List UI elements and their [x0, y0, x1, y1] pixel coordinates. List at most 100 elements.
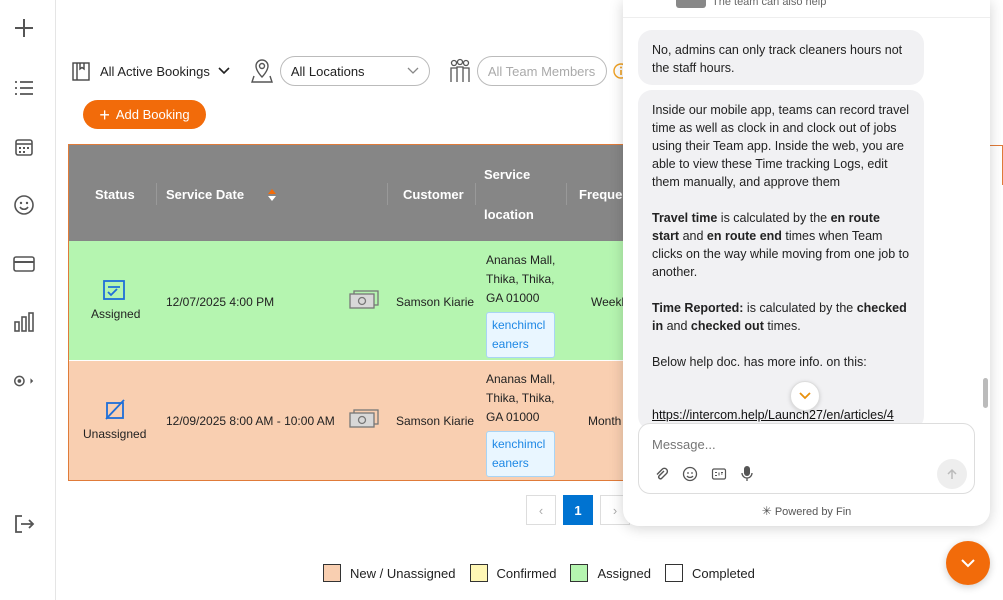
address-line: Thika, Thika,: [486, 391, 555, 405]
location-icon: [250, 59, 273, 83]
left-sidebar: [0, 0, 56, 600]
table-row[interactable]: Assigned 12/07/2025 4:00 PM Samson Kiari…: [69, 241, 627, 360]
legend-swatch: [323, 564, 341, 582]
legend-swatch: [469, 564, 488, 582]
address-line: Ananas Mall,: [486, 372, 556, 386]
status-label: Unassigned: [83, 427, 147, 441]
calendar-icon[interactable]: [12, 135, 36, 159]
chevron-down-icon: [961, 559, 975, 568]
chat-scrollbar[interactable]: [983, 378, 988, 408]
header-status[interactable]: Status: [95, 187, 135, 202]
legend-swatch: [664, 564, 683, 582]
legend-label: Completed: [691, 565, 755, 581]
table-row[interactable]: Unassigned 12/09/2025 8:00 AM - 10:00 AM…: [69, 361, 627, 480]
fin-logo-icon: ✳: [761, 504, 772, 518]
prev-page-button[interactable]: ‹: [526, 495, 556, 525]
team-members-select[interactable]: All Team Members: [476, 56, 607, 86]
plus-icon: +: [99, 104, 110, 125]
chat-message: Inside our mobile app, teams can record …: [638, 90, 924, 430]
table-header: Status Service Date Customer Service loc…: [69, 145, 627, 241]
header-service-location-2[interactable]: location: [484, 207, 534, 222]
service-date: 12/07/2025 4:00 PM: [166, 295, 275, 309]
microphone-icon[interactable]: [740, 465, 754, 482]
add-icon[interactable]: [12, 16, 36, 40]
table-edge: [990, 145, 1003, 185]
frequency: Month: [588, 414, 622, 428]
text: and: [679, 229, 707, 243]
legend-label: Confirmed: [496, 565, 557, 581]
add-booking-button[interactable]: + Add Booking: [83, 100, 206, 129]
chat-top-bar: The team can also help: [623, 0, 990, 18]
smiley-icon[interactable]: [12, 193, 36, 217]
chat-paragraph: Time Reported: is calculated by the chec…: [652, 299, 910, 335]
text: times.: [763, 319, 801, 333]
team-members-placeholder: All Team Members: [487, 63, 596, 79]
money-icon: [349, 409, 379, 428]
chat-panel: The team can also help No, admins can on…: [623, 0, 990, 526]
location-chip[interactable]: kenchimcl eaners: [486, 431, 555, 477]
location-chip[interactable]: kenchimcl eaners: [486, 312, 555, 358]
location-chip-line: eaners: [492, 337, 529, 351]
logout-icon[interactable]: [12, 512, 36, 536]
bookings-filter-label: All Active Bookings: [100, 63, 210, 79]
customer-name[interactable]: Samson Kiarie: [396, 295, 474, 309]
legend-label: Assigned: [597, 565, 651, 581]
bookings-icon: [72, 62, 90, 81]
header-service-location-1[interactable]: Service: [484, 167, 530, 182]
page-button-current[interactable]: 1: [563, 495, 593, 525]
unassigned-status-icon: [105, 399, 125, 420]
header-frequency[interactable]: Frequen: [579, 187, 627, 202]
filters-row: All Active Bookings All Locations All Te…: [70, 56, 629, 86]
powered-by: ✳ Powered by Fin: [623, 504, 990, 518]
settings-icon[interactable]: [12, 369, 36, 393]
chat-message-text: No, admins can only track cleaners hours…: [652, 43, 903, 75]
location-chip-line: kenchimcl: [492, 437, 546, 451]
arrow-up-icon: [947, 468, 957, 479]
team-icon: [450, 58, 470, 82]
attachment-icon[interactable]: [653, 466, 669, 482]
messenger-launcher[interactable]: [946, 541, 990, 585]
address-line: Thika, Thika,: [486, 272, 555, 286]
message-composer: [638, 423, 975, 494]
legend-item: New / Unassigned: [323, 564, 456, 582]
card-icon[interactable]: [12, 252, 36, 276]
bold-text: en route end: [706, 229, 782, 243]
legend-item: Completed: [664, 564, 755, 582]
legend-label: New / Unassigned: [350, 565, 456, 581]
chevron-down-icon: [407, 67, 419, 74]
help-doc-link[interactable]: https://intercom.help/Launch27/en/articl…: [652, 406, 894, 424]
sort-icon[interactable]: [267, 187, 277, 203]
header-service-date[interactable]: Service Date: [166, 187, 244, 202]
chat-message: No, admins can only track cleaners hours…: [638, 30, 924, 85]
legend-item: Confirmed: [469, 564, 557, 582]
team-help-hint: The team can also help: [712, 0, 827, 8]
bold-text: Travel time: [652, 211, 718, 225]
chat-paragraph: Below help doc. has more info. on this:: [652, 355, 867, 369]
location-select[interactable]: All Locations: [279, 56, 430, 86]
powered-by-label: Powered by Fin: [774, 506, 852, 518]
address-line: Ananas Mall,: [486, 253, 556, 267]
chart-icon[interactable]: [12, 310, 36, 334]
text: and: [663, 319, 691, 333]
list-icon[interactable]: [12, 76, 36, 100]
chevron-down-icon: [218, 67, 230, 75]
service-date: 12/09/2025 8:00 AM - 10:00 AM: [166, 414, 335, 428]
text: is calculated by the: [717, 211, 831, 225]
send-button[interactable]: [937, 459, 967, 489]
location-select-value: All Locations: [290, 63, 365, 79]
header-customer[interactable]: Customer: [403, 187, 464, 202]
customer-name[interactable]: Samson Kiarie: [396, 414, 474, 428]
chat-paragraph: Travel time is calculated by the en rout…: [652, 209, 910, 281]
status-legend: New / Unassigned Confirmed Assigned Comp…: [323, 564, 769, 582]
gif-icon[interactable]: [711, 466, 727, 482]
legend-item: Assigned: [570, 564, 651, 582]
location-chip-line: kenchimcl: [492, 318, 546, 332]
scroll-down-button[interactable]: [790, 381, 820, 411]
service-location: Ananas Mall, Thika, Thika, GA 01000 kenc…: [486, 251, 555, 358]
bold-text: Time Reported:: [652, 301, 744, 315]
address-line: GA 01000: [486, 410, 540, 424]
message-input[interactable]: [652, 434, 952, 454]
bookings-filter[interactable]: All Active Bookings: [70, 60, 230, 82]
emoji-icon[interactable]: [682, 466, 698, 482]
pagination: ‹ 1 ›: [526, 495, 630, 525]
